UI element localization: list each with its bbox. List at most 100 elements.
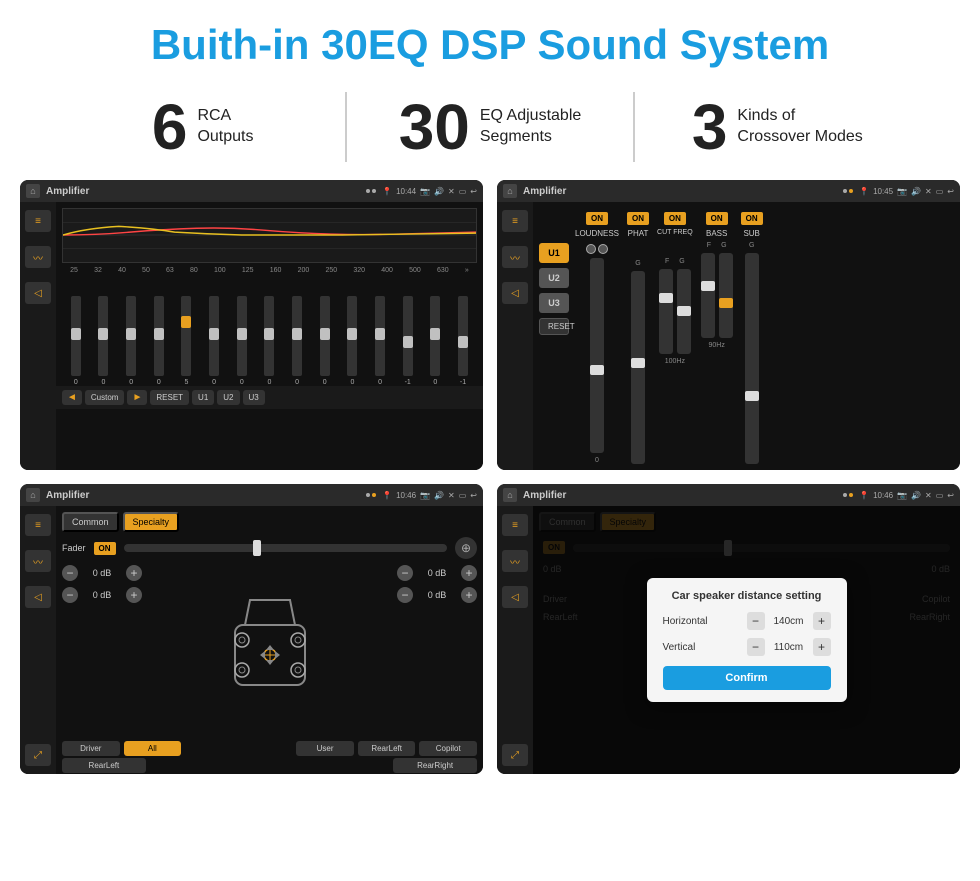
home-icon[interactable]: ⌂ xyxy=(26,184,40,198)
sp-user-btn[interactable]: User xyxy=(296,741,354,756)
sp-plus-1[interactable]: + xyxy=(126,565,142,581)
cx-phat-slider[interactable] xyxy=(631,271,645,464)
cx-u1-btn[interactable]: U1 xyxy=(539,243,569,263)
eq-thumb-2[interactable] xyxy=(126,328,136,340)
eq-thumb-1[interactable] xyxy=(98,328,108,340)
cx-sub-on[interactable]: ON xyxy=(741,212,763,225)
cx-u2-btn[interactable]: U2 xyxy=(539,268,569,288)
eq-track-6[interactable] xyxy=(237,296,247,376)
sp-rearleft2-btn[interactable]: RearLeft xyxy=(62,758,146,773)
eq-u3-btn[interactable]: U3 xyxy=(243,390,265,405)
sp-fader-track[interactable] xyxy=(124,544,447,552)
eq-track-3[interactable] xyxy=(154,296,164,376)
eq-thumb-11[interactable] xyxy=(375,328,385,340)
sp-minus-4[interactable]: − xyxy=(397,587,413,603)
eq-track-9[interactable] xyxy=(320,296,330,376)
eq-track-7[interactable] xyxy=(264,296,274,376)
dialog-horizontal-minus[interactable]: − xyxy=(747,612,765,630)
cx-u3-btn[interactable]: U3 xyxy=(539,293,569,313)
eq-thumb-13[interactable] xyxy=(430,328,440,340)
eq-thumb-7[interactable] xyxy=(264,328,274,340)
expand-icon-sp[interactable]: ⤢ xyxy=(25,744,51,766)
cx-phat-thumb[interactable] xyxy=(631,358,645,368)
sp-fader-knob[interactable]: ⊕ xyxy=(455,537,477,559)
cx-phat-on[interactable]: ON xyxy=(627,212,649,225)
sp-plus-4[interactable]: + xyxy=(461,587,477,603)
sp-plus-2[interactable]: + xyxy=(126,587,142,603)
cx-bass-slider-g[interactable] xyxy=(719,253,733,338)
home-icon-cx[interactable]: ⌂ xyxy=(503,184,517,198)
eq-custom-btn[interactable]: Custom xyxy=(85,390,125,405)
cx-cutfreq-thumb-g[interactable] xyxy=(677,306,691,316)
cx-loudness-on[interactable]: ON xyxy=(586,212,608,225)
cx-cutfreq-slider-g[interactable] xyxy=(677,269,691,354)
cx-bass-thumb-f[interactable] xyxy=(701,281,715,291)
sp-rearright-btn[interactable]: RearRight xyxy=(393,758,477,773)
eq-track-13[interactable] xyxy=(430,296,440,376)
dialog-vertical-plus[interactable]: + xyxy=(813,638,831,656)
home-icon-dlg[interactable]: ⌂ xyxy=(503,488,517,502)
wave-icon-dlg[interactable]: 〰 xyxy=(502,550,528,572)
eq-thumb-4[interactable] xyxy=(181,316,191,328)
cx-sub-thumb[interactable] xyxy=(745,391,759,401)
cx-cutfreq-on[interactable]: ON xyxy=(664,212,686,225)
eq-thumb-9[interactable] xyxy=(320,328,330,340)
cx-knob-2[interactable] xyxy=(598,244,608,254)
sp-minus-1[interactable]: − xyxy=(62,565,78,581)
sp-rearleft-btn[interactable]: RearLeft xyxy=(358,741,416,756)
cx-bass-thumb-g[interactable] xyxy=(719,298,733,308)
sp-driver-btn[interactable]: Driver xyxy=(62,741,120,756)
eq-track-11[interactable] xyxy=(375,296,385,376)
eq-thumb-14[interactable] xyxy=(458,336,468,348)
sp-plus-3[interactable]: + xyxy=(461,565,477,581)
eq-u1-btn[interactable]: U1 xyxy=(192,390,214,405)
sp-tab-specialty[interactable]: Specialty xyxy=(123,512,180,532)
eq-icon-sp[interactable]: ≡ xyxy=(25,514,51,536)
eq-u2-btn[interactable]: U2 xyxy=(217,390,239,405)
eq-expand-icon[interactable]: » xyxy=(465,267,469,274)
cx-cutfreq-thumb-f[interactable] xyxy=(659,293,673,303)
eq-thumb-12[interactable] xyxy=(403,336,413,348)
cx-knob-1[interactable] xyxy=(586,244,596,254)
eq-icon[interactable]: ≡ xyxy=(25,210,51,232)
eq-track-4[interactable] xyxy=(181,296,191,376)
eq-icon-dlg[interactable]: ≡ xyxy=(502,514,528,536)
dialog-horizontal-plus[interactable]: + xyxy=(813,612,831,630)
eq-thumb-6[interactable] xyxy=(237,328,247,340)
eq-thumb-10[interactable] xyxy=(347,328,357,340)
dialog-confirm-button[interactable]: Confirm xyxy=(663,666,831,690)
sp-copilot-btn[interactable]: Copilot xyxy=(419,741,477,756)
sp-fader-handle[interactable] xyxy=(253,540,261,556)
speaker-icon-cx[interactable]: ◁ xyxy=(502,282,528,304)
eq-track-12[interactable] xyxy=(403,296,413,376)
eq-track-8[interactable] xyxy=(292,296,302,376)
eq-play-btn[interactable]: ► xyxy=(127,390,147,405)
cx-reset-btn[interactable]: RESET xyxy=(539,318,569,335)
eq-thumb-3[interactable] xyxy=(154,328,164,340)
home-icon-sp[interactable]: ⌂ xyxy=(26,488,40,502)
speaker-icon-sp[interactable]: ◁ xyxy=(25,586,51,608)
eq-prev-btn[interactable]: ◄ xyxy=(62,390,82,405)
eq-thumb-0[interactable] xyxy=(71,328,81,340)
sp-all-btn[interactable]: All xyxy=(124,741,182,756)
eq-track-1[interactable] xyxy=(98,296,108,376)
eq-thumb-8[interactable] xyxy=(292,328,302,340)
cx-sub-slider[interactable] xyxy=(745,253,759,464)
eq-icon-cx[interactable]: ≡ xyxy=(502,210,528,232)
sp-tab-common[interactable]: Common xyxy=(62,512,119,532)
eq-reset-btn[interactable]: RESET xyxy=(150,390,189,405)
cx-bass-slider-f[interactable] xyxy=(701,253,715,338)
sp-minus-2[interactable]: − xyxy=(62,587,78,603)
speaker-icon[interactable]: ◁ xyxy=(25,282,51,304)
cx-bass-on[interactable]: ON xyxy=(706,212,728,225)
eq-track-5[interactable] xyxy=(209,296,219,376)
eq-track-0[interactable] xyxy=(71,296,81,376)
dialog-vertical-minus[interactable]: − xyxy=(747,638,765,656)
speaker-icon-dlg[interactable]: ◁ xyxy=(502,586,528,608)
cx-cutfreq-slider-f[interactable] xyxy=(659,269,673,354)
cx-loudness-thumb[interactable] xyxy=(590,365,604,375)
eq-track-10[interactable] xyxy=(347,296,357,376)
sp-minus-3[interactable]: − xyxy=(397,565,413,581)
wave-icon-sp[interactable]: 〰 xyxy=(25,550,51,572)
sp-fader-on[interactable]: ON xyxy=(94,542,116,555)
